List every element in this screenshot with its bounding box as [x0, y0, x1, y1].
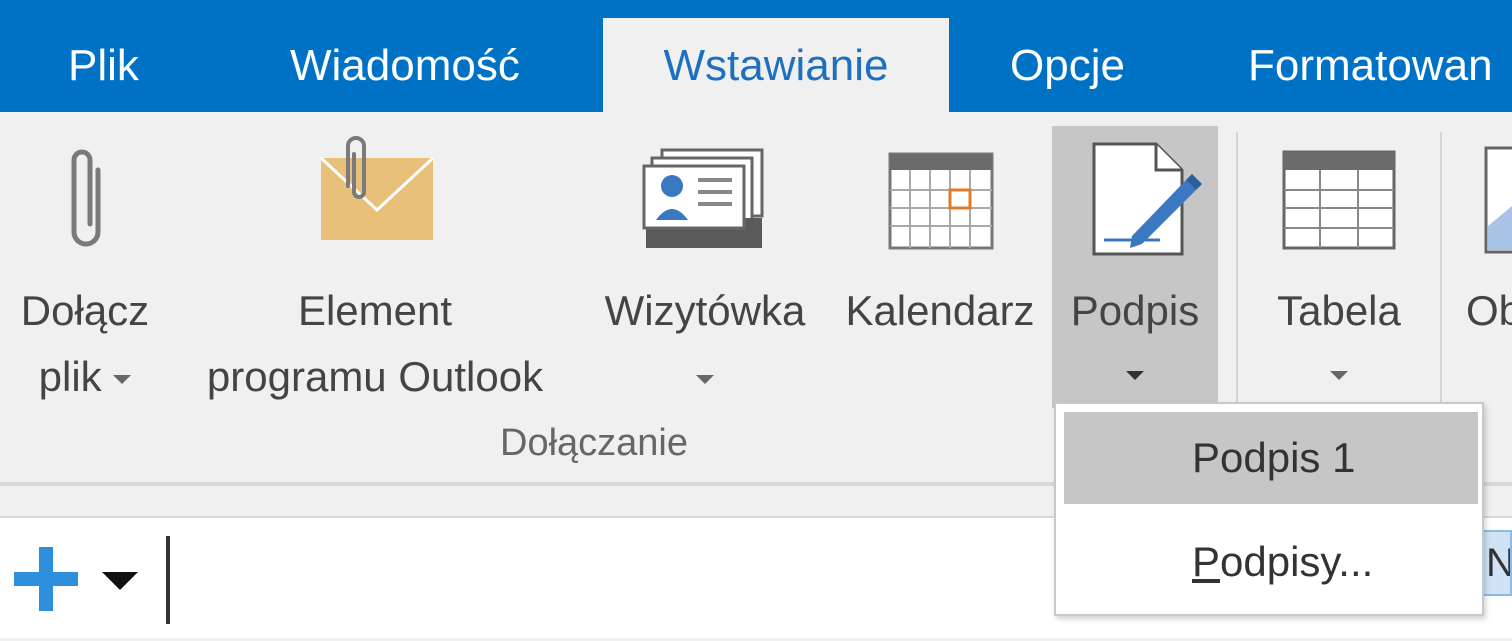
business-card-label: Wizytówka	[604, 287, 806, 334]
menu-item-signatures-accelerator: P	[1192, 538, 1221, 585]
menu-item-signatures-label: odpisy...	[1220, 538, 1374, 585]
attach-file-label-line2: plik	[10, 344, 160, 410]
menu-item-signatures[interactable]: Podpisy...	[1064, 516, 1478, 608]
tab-message[interactable]: Wiadomość	[290, 18, 520, 112]
partial-blue-button[interactable]: N	[1480, 530, 1512, 596]
calendar-label: Kalendarz	[845, 287, 1035, 334]
chevron-down-icon	[1126, 371, 1144, 381]
outlook-item-label-line1: Element	[297, 287, 453, 334]
signature-dropdown-menu: Podpis 1 Podpisy...	[1054, 402, 1484, 616]
picture-icon	[1484, 146, 1512, 254]
tab-format-text[interactable]: Formatowan	[1248, 18, 1493, 112]
picture-label-partial: Ob	[1466, 287, 1512, 334]
envelope-paperclip-icon	[319, 136, 435, 240]
calendar-icon	[888, 152, 994, 250]
attach-file-label-line1: Dołącz	[20, 287, 150, 334]
chevron-down-icon	[1330, 371, 1348, 381]
ribbon-tab-bar: Plik Wiadomość Wstawianie Opcje Formatow…	[0, 0, 1512, 112]
tab-options[interactable]: Opcje	[1010, 18, 1125, 112]
ribbon-separator	[1236, 132, 1238, 402]
signature-label: Podpis	[1070, 287, 1200, 334]
toolbar-separator	[166, 536, 170, 624]
group-label-include: Dołączanie	[500, 422, 688, 464]
signature-dropdown	[1052, 340, 1218, 406]
table-icon	[1282, 150, 1396, 250]
outlook-item-label-line2: programu Outlook	[206, 353, 544, 400]
business-card-dropdown	[590, 344, 820, 410]
chevron-down-icon	[113, 375, 132, 385]
add-dropdown-arrow-icon[interactable]	[102, 572, 138, 590]
menu-item-signature-1[interactable]: Podpis 1	[1064, 412, 1478, 504]
paperclip-icon	[71, 149, 101, 247]
table-dropdown	[1256, 340, 1422, 406]
tab-file[interactable]: Plik	[68, 18, 139, 112]
chevron-down-icon	[696, 375, 714, 385]
table-label: Tabela	[1277, 287, 1401, 334]
business-card-icon	[642, 148, 764, 248]
tab-insert[interactable]: Wstawianie	[603, 18, 949, 112]
signature-icon	[1092, 142, 1202, 256]
ribbon-separator	[1440, 132, 1442, 402]
